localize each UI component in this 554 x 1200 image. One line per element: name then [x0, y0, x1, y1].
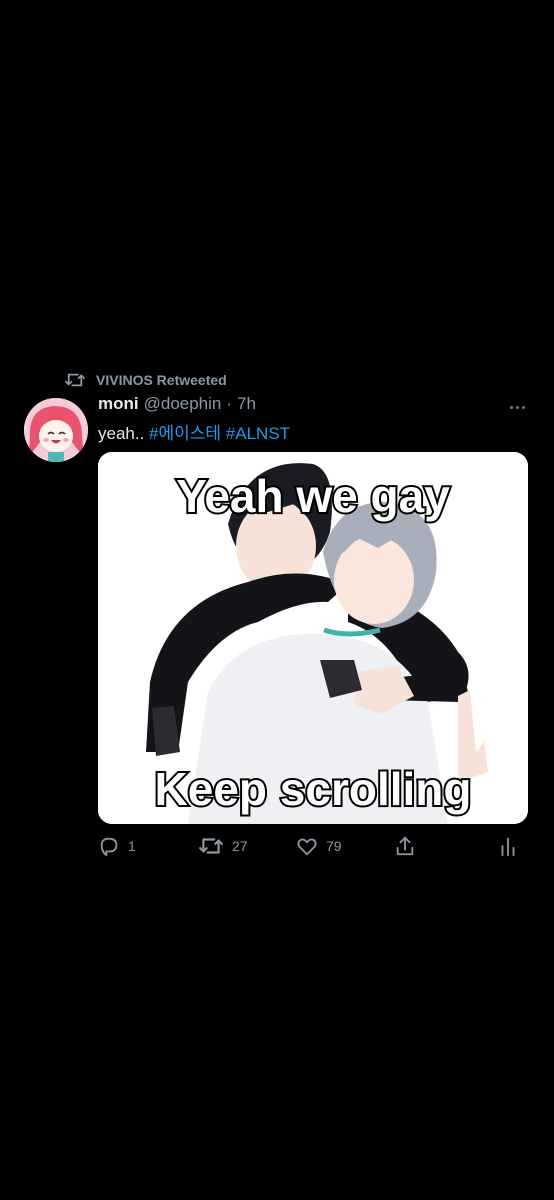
retweet-context[interactable]: VIVINOS Retweeted [64, 369, 227, 391]
retweet-count: 27 [232, 838, 248, 854]
retweet-button[interactable]: 27 [198, 833, 248, 859]
separator-dot: · [226, 394, 233, 413]
more-icon[interactable] [502, 398, 532, 416]
avatar[interactable] [24, 398, 88, 462]
share-icon [394, 835, 416, 857]
like-button[interactable]: 79 [296, 833, 342, 859]
tweet-text-prefix: yeah.. [98, 424, 145, 443]
meme-bottom-caption: Keep scrolling [155, 763, 472, 815]
tweet-media-image[interactable]: Yeah we gay Keep scrolling [98, 452, 528, 824]
meme-top-caption: Yeah we gay [176, 470, 450, 522]
like-count: 79 [326, 838, 342, 854]
display-name[interactable]: moni [98, 394, 139, 414]
hashtag-link[interactable]: #에이스테 [149, 424, 221, 443]
reply-count: 1 [128, 838, 136, 854]
user-handle[interactable]: @doephin [144, 394, 222, 414]
heart-icon [296, 835, 318, 857]
analytics-icon [498, 835, 518, 857]
reply-icon [98, 835, 120, 857]
reply-button[interactable]: 1 [98, 833, 136, 859]
tweet-header: moni @doephin · 7h [98, 394, 256, 416]
tweet-actions: 1 27 79 [98, 833, 528, 859]
tweet-text: yeah.. #에이스테 #ALNST [98, 419, 290, 444]
hashtag-link[interactable]: #ALNST [226, 424, 290, 443]
retweet-icon [64, 371, 86, 389]
timestamp[interactable]: 7h [237, 394, 256, 414]
analytics-button[interactable] [498, 833, 518, 859]
retweet-icon [198, 835, 224, 857]
share-button[interactable] [394, 833, 416, 859]
retweet-label: VIVINOS Retweeted [96, 372, 227, 388]
